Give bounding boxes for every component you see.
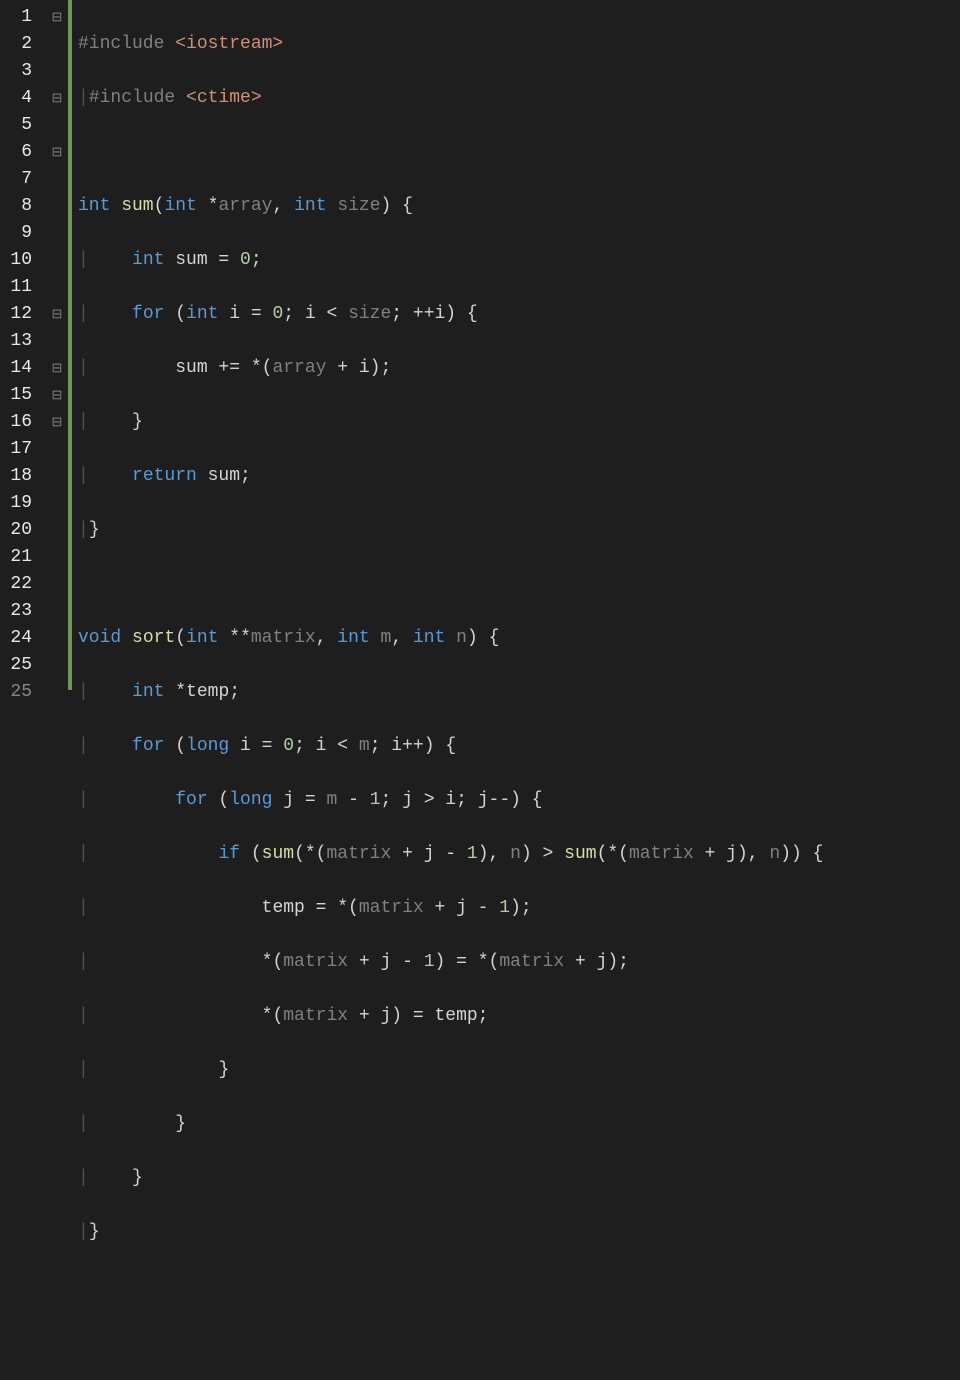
line-number: 19 — [0, 490, 38, 517]
code-line[interactable]: |} — [78, 517, 960, 544]
code-line[interactable] — [78, 1273, 960, 1300]
fold-toggle-icon[interactable]: ⊟ — [46, 355, 68, 382]
line-number: 22 — [0, 571, 38, 598]
line-number: 18 — [0, 463, 38, 490]
code-line[interactable]: | } — [78, 1111, 960, 1138]
code-line[interactable]: | int sum = 0; — [78, 247, 960, 274]
fold-toggle-icon[interactable]: ⊟ — [46, 85, 68, 112]
line-number: 8 — [0, 193, 38, 220]
code-line[interactable] — [78, 139, 960, 166]
code-line[interactable]: | return sum; — [78, 463, 960, 490]
code-line[interactable]: | } — [78, 1057, 960, 1084]
code-line[interactable]: | } — [78, 409, 960, 436]
line-number: 15 — [0, 382, 38, 409]
line-number: 2 — [0, 31, 38, 58]
code-content[interactable]: #include <iostream> |#include <ctime> in… — [78, 0, 960, 690]
fold-gutter: ⊟ ⊟ ⊟ ⊟ ⊟ ⊟ ⊟ — [46, 0, 68, 690]
line-number: 10 — [0, 247, 38, 274]
fold-toggle-icon[interactable]: ⊟ — [46, 139, 68, 166]
change-indicator-bar — [68, 0, 72, 690]
fold-toggle-icon[interactable]: ⊟ — [46, 4, 68, 31]
line-number: 3 — [0, 58, 38, 85]
code-line[interactable]: | *(matrix + j - 1) = *(matrix + j); — [78, 949, 960, 976]
line-number: 13 — [0, 328, 38, 355]
line-number: 1 — [0, 4, 38, 31]
code-line[interactable]: | *(matrix + j) = temp; — [78, 1003, 960, 1030]
line-number: 5 — [0, 112, 38, 139]
line-number: 20 — [0, 517, 38, 544]
line-number: 17 — [0, 436, 38, 463]
code-line[interactable] — [78, 571, 960, 598]
line-number: 6 — [0, 139, 38, 166]
code-line[interactable]: int sum(int *array, int size) { — [78, 193, 960, 220]
code-line[interactable]: | for (long i = 0; i < m; i++) { — [78, 733, 960, 760]
code-line[interactable]: | for (long j = m - 1; j > i; j--) { — [78, 787, 960, 814]
code-line[interactable]: | if (sum(*(matrix + j - 1), n) > sum(*(… — [78, 841, 960, 868]
code-line[interactable]: | } — [78, 1165, 960, 1192]
line-number-gutter: 1 2 3 4 5 6 7 8 9 10 11 12 13 14 15 16 1… — [0, 0, 46, 690]
line-number: 24 — [0, 625, 38, 652]
line-number: 14 — [0, 355, 38, 382]
line-number: 4 — [0, 85, 38, 112]
code-line[interactable]: |#include <ctime> — [78, 85, 960, 112]
fold-toggle-icon[interactable]: ⊟ — [46, 301, 68, 328]
code-line[interactable]: #include <iostream> — [78, 31, 960, 58]
code-line[interactable] — [78, 1327, 960, 1354]
line-number: 21 — [0, 544, 38, 571]
line-number: 7 — [0, 166, 38, 193]
fold-toggle-icon[interactable]: ⊟ — [46, 409, 68, 436]
code-line[interactable]: | temp = *(matrix + j - 1); — [78, 895, 960, 922]
code-line[interactable]: |} — [78, 1219, 960, 1246]
line-number: 11 — [0, 274, 38, 301]
line-number: 25 — [0, 679, 38, 706]
code-editor[interactable]: 1 2 3 4 5 6 7 8 9 10 11 12 13 14 15 16 1… — [0, 0, 960, 690]
line-number: 9 — [0, 220, 38, 247]
line-number: 16 — [0, 409, 38, 436]
code-line[interactable]: | sum += *(array + i); — [78, 355, 960, 382]
fold-toggle-icon[interactable]: ⊟ — [46, 382, 68, 409]
code-line[interactable]: void sort(int **matrix, int m, int n) { — [78, 625, 960, 652]
line-number: 25 — [0, 652, 38, 679]
line-number: 12 — [0, 301, 38, 328]
code-line[interactable]: | for (int i = 0; i < size; ++i) { — [78, 301, 960, 328]
code-line[interactable]: | int *temp; — [78, 679, 960, 706]
line-number: 23 — [0, 598, 38, 625]
